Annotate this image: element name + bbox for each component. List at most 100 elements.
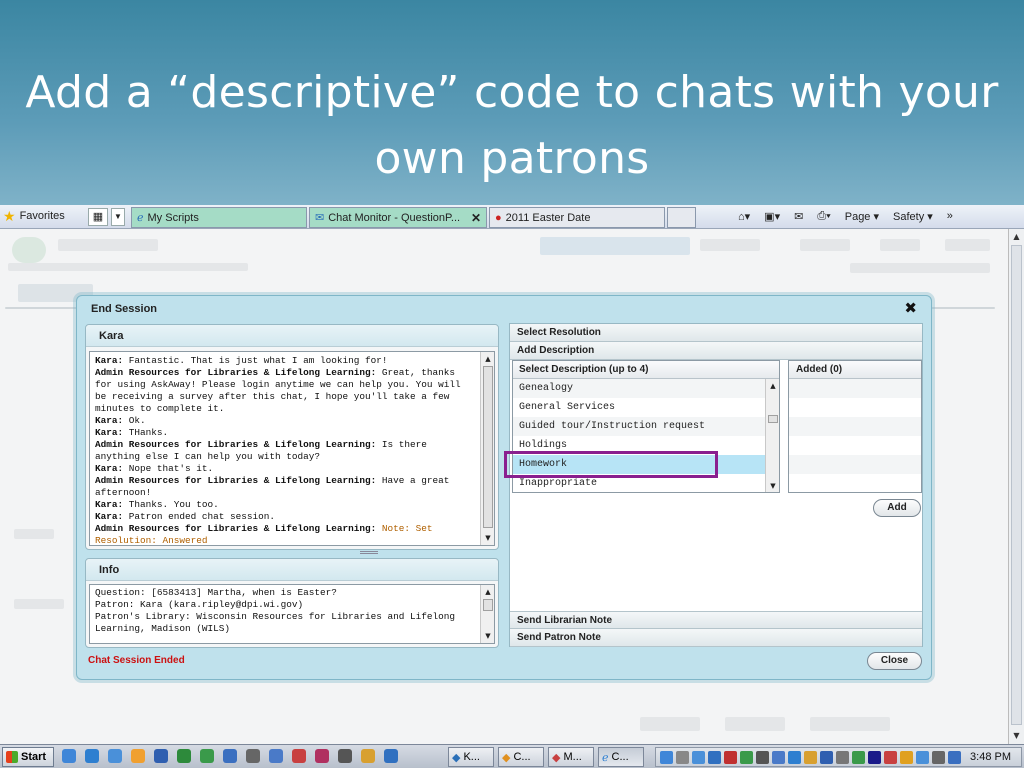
tray-icon[interactable] bbox=[916, 751, 929, 764]
add-button[interactable]: Add bbox=[873, 499, 921, 517]
quicklaunch-app-icon[interactable] bbox=[62, 749, 76, 763]
print-icon[interactable]: ⎙▾ bbox=[817, 210, 830, 223]
tab-list-dropdown-icon[interactable]: ▼ bbox=[111, 208, 125, 226]
network-icon[interactable] bbox=[948, 751, 961, 764]
tray-icon[interactable] bbox=[756, 751, 769, 764]
feeds-icon[interactable]: ▣▾ bbox=[764, 210, 780, 223]
tray-icon[interactable] bbox=[900, 751, 913, 764]
tab-easter-date[interactable]: ● 2011 Easter Date bbox=[489, 207, 665, 228]
scroll-thumb[interactable] bbox=[1011, 245, 1022, 725]
quicklaunch-app-icon[interactable] bbox=[223, 749, 237, 763]
description-scrollbar[interactable]: ▲ ▼ bbox=[765, 379, 779, 492]
footer-button-placeholder bbox=[640, 717, 700, 731]
page-menu[interactable]: Page ▾ bbox=[845, 210, 879, 223]
tray-icon[interactable] bbox=[692, 751, 705, 764]
more-chevron-icon[interactable]: » bbox=[947, 210, 953, 223]
option-holdings[interactable]: Holdings bbox=[513, 436, 779, 455]
tray-icon[interactable] bbox=[660, 751, 673, 764]
opera-icon: ● bbox=[495, 211, 502, 224]
tray-icon[interactable] bbox=[740, 751, 753, 764]
tray-icon[interactable] bbox=[804, 751, 817, 764]
scroll-thumb[interactable] bbox=[483, 599, 493, 611]
quicklaunch-app-icon[interactable] bbox=[200, 749, 214, 763]
added-descriptions-list[interactable]: Added (0) bbox=[788, 360, 922, 493]
info-text: Question: [6583413] Martha, when is East… bbox=[90, 585, 494, 635]
tab-chat-monitor[interactable]: ✉ Chat Monitor - QuestionP... ✕ bbox=[309, 207, 487, 228]
speaker-icon[interactable] bbox=[932, 751, 945, 764]
quicklaunch-app-icon[interactable] bbox=[246, 749, 260, 763]
quicklaunch-ie-icon[interactable] bbox=[108, 749, 122, 763]
option-inappropriate[interactable]: Inappropriate bbox=[513, 474, 779, 492]
taskbar-item[interactable]: ◆ C... bbox=[498, 747, 544, 767]
taskbar-item-active[interactable]: ℯ C... bbox=[598, 747, 644, 767]
info-scrollbar[interactable]: ▲ ▼ bbox=[480, 585, 494, 643]
quicklaunch-app-icon[interactable] bbox=[315, 749, 329, 763]
scroll-thumb[interactable] bbox=[483, 366, 493, 528]
message-text: Thanks. You too. bbox=[123, 499, 219, 510]
quicklaunch-app-icon[interactable] bbox=[269, 749, 283, 763]
tray-icon[interactable] bbox=[772, 751, 785, 764]
scroll-up-arrow-icon[interactable]: ▲ bbox=[767, 380, 779, 392]
tab-label: My Scripts bbox=[147, 211, 199, 224]
option-homework[interactable]: Homework bbox=[513, 455, 779, 474]
quicklaunch-messenger-icon[interactable] bbox=[131, 749, 145, 763]
chat-transcript-panel: Kara Kara: Fantastic. That is just what … bbox=[85, 324, 499, 550]
taskbar-item[interactable]: ◆ K... bbox=[448, 747, 494, 767]
description-options: Genealogy General Services Guided tour/I… bbox=[513, 379, 779, 492]
app-subtitle-placeholder bbox=[8, 263, 248, 271]
new-tab-button[interactable] bbox=[667, 207, 696, 228]
chat-transcript-box[interactable]: Kara: Fantastic. That is just what I am … bbox=[89, 351, 495, 546]
tray-icon[interactable] bbox=[724, 751, 737, 764]
select-resolution-section[interactable]: Select Resolution bbox=[510, 324, 922, 342]
panel-resize-grip[interactable] bbox=[360, 551, 378, 554]
description-list[interactable]: Select Description (up to 4) Genealogy G… bbox=[512, 360, 780, 493]
tray-icon[interactable] bbox=[820, 751, 833, 764]
quick-tabs-icon[interactable]: ▦ bbox=[88, 208, 108, 226]
scroll-up-arrow-icon[interactable]: ▲ bbox=[1010, 230, 1023, 244]
tray-icon[interactable] bbox=[708, 751, 721, 764]
scroll-up-arrow-icon[interactable]: ▲ bbox=[482, 586, 494, 598]
favorites-button[interactable]: ★ Favorites bbox=[3, 209, 65, 223]
quicklaunch-excel-icon[interactable] bbox=[177, 749, 191, 763]
dialog-close-icon[interactable]: ✖ bbox=[904, 299, 917, 317]
home-icon[interactable]: ⌂▾ bbox=[738, 210, 750, 223]
info-header: Info bbox=[86, 559, 498, 581]
quicklaunch-app-icon[interactable] bbox=[384, 749, 398, 763]
page-scrollbar[interactable]: ▲ ▼ bbox=[1008, 229, 1024, 744]
tray-icon[interactable] bbox=[852, 751, 865, 764]
tray-icon[interactable] bbox=[788, 751, 801, 764]
start-button[interactable]: Start bbox=[2, 747, 54, 767]
send-librarian-note-section[interactable]: Send Librarian Note bbox=[510, 611, 922, 629]
quicklaunch-ie-icon[interactable] bbox=[85, 749, 99, 763]
taskbar-clock: 3:48 PM bbox=[970, 751, 1011, 763]
quicklaunch-folder-icon[interactable] bbox=[361, 749, 375, 763]
quicklaunch-app-icon[interactable] bbox=[338, 749, 352, 763]
session-status-text: Chat Session Ended bbox=[88, 655, 185, 666]
tray-icon[interactable] bbox=[676, 751, 689, 764]
safety-menu[interactable]: Safety ▾ bbox=[893, 210, 933, 223]
scroll-down-arrow-icon[interactable]: ▼ bbox=[767, 480, 779, 492]
tab-my-scripts[interactable]: ℯ My Scripts bbox=[131, 207, 307, 228]
info-box[interactable]: Question: [6583413] Martha, when is East… bbox=[89, 584, 495, 644]
chat-scrollbar[interactable]: ▲ ▼ bbox=[480, 352, 494, 545]
taskbar-item[interactable]: ◆ M... bbox=[548, 747, 594, 767]
scroll-down-arrow-icon[interactable]: ▼ bbox=[482, 630, 494, 642]
option-guided-tour[interactable]: Guided tour/Instruction request bbox=[513, 417, 779, 436]
scroll-down-arrow-icon[interactable]: ▼ bbox=[482, 532, 494, 544]
resolution-panel: Select Resolution Add Description Select… bbox=[504, 323, 923, 647]
tray-icon[interactable] bbox=[868, 751, 881, 764]
mail-icon[interactable]: ✉ bbox=[794, 210, 803, 223]
close-button[interactable]: Close bbox=[867, 652, 922, 670]
quicklaunch-word-icon[interactable] bbox=[154, 749, 168, 763]
scroll-thumb[interactable] bbox=[768, 415, 778, 423]
quicklaunch-app-icon[interactable] bbox=[292, 749, 306, 763]
send-patron-note-section[interactable]: Send Patron Note bbox=[510, 629, 922, 647]
tab-close-icon[interactable]: ✕ bbox=[471, 211, 481, 225]
tray-icon[interactable] bbox=[836, 751, 849, 764]
option-general-services[interactable]: General Services bbox=[513, 398, 779, 417]
scroll-down-arrow-icon[interactable]: ▼ bbox=[1010, 729, 1023, 743]
option-genealogy[interactable]: Genealogy bbox=[513, 379, 779, 398]
tray-icon[interactable] bbox=[884, 751, 897, 764]
scroll-up-arrow-icon[interactable]: ▲ bbox=[482, 353, 494, 365]
add-description-section[interactable]: Add Description bbox=[510, 342, 922, 360]
